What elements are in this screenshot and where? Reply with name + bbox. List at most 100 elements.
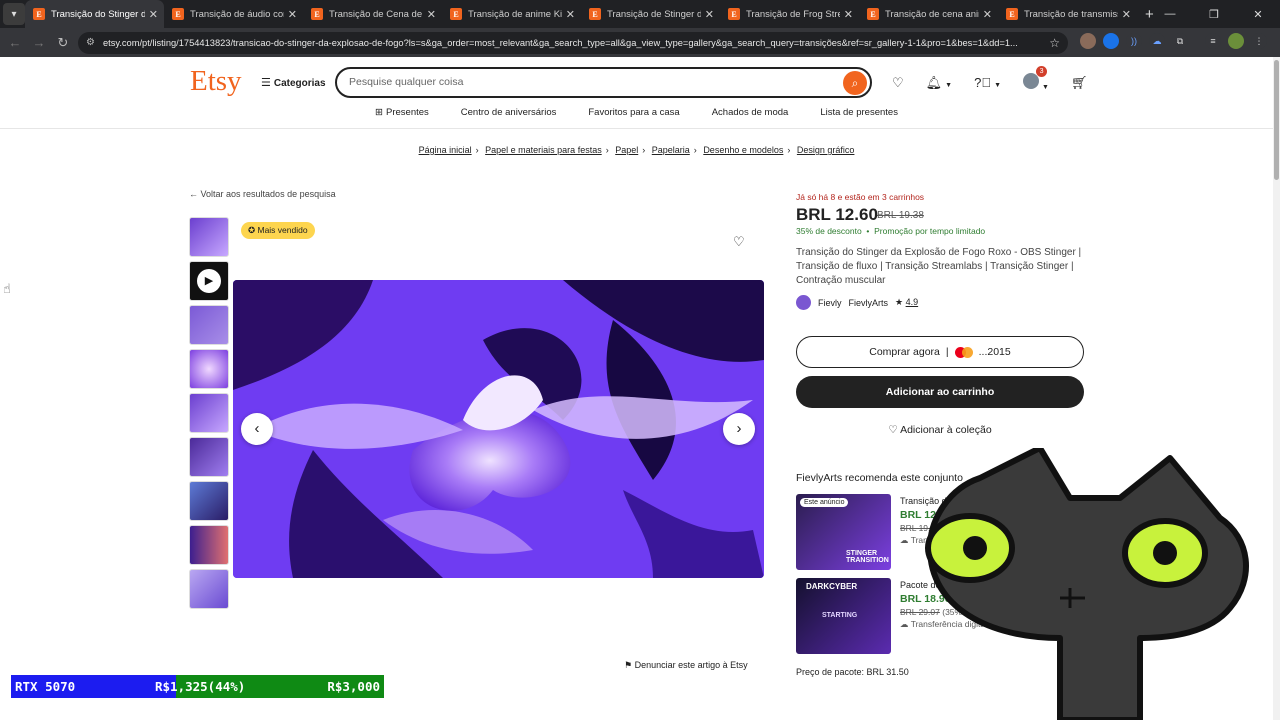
mastercard-icon [954,346,973,358]
favorites-heart-icon[interactable]: ♡ [892,75,904,91]
categories-label: Categorias [273,78,326,89]
add-to-collection-button[interactable]: ♡ Adicionar à coleção [796,424,1084,436]
bundle-price: Preço de pacote: BRL 31.50 [796,667,909,677]
categories-button[interactable]: ☰ Categorias [261,76,326,89]
browser-tab[interactable]: E Transição de Frog Stream ✕ [720,0,859,28]
chevron-right-icon: › [736,420,742,437]
url-field[interactable]: ⚙ etsy.com/pt/listing/1754413823/transic… [78,31,1068,54]
report-link[interactable]: ⚑ Denunciar este artigo à Etsy [624,660,748,671]
close-tab-icon[interactable]: ✕ [1122,8,1131,21]
breadcrumb-link[interactable]: Papel [615,145,638,155]
previous-image-button[interactable]: ‹ [241,413,273,445]
extension-icon[interactable] [1103,33,1119,49]
search-box: ⌕ [335,67,872,98]
cloud-download-icon: ☁ [900,535,911,545]
close-tab-icon[interactable]: ✕ [288,8,297,21]
forward-arrow-icon[interactable]: → [27,35,51,50]
breadcrumb-link[interactable]: Papelaria [652,145,690,155]
back-to-results-link[interactable]: ← Voltar aos resultados de pesquisa [189,189,336,199]
subnav-item-presentes[interactable]: ⊞ Presentes [375,107,429,118]
chevron-right-icon: › [787,145,791,155]
thumbnail[interactable] [189,349,229,389]
breadcrumb-link[interactable]: Página inicial [419,145,472,155]
puzzle-icon[interactable]: ⧉ [1172,33,1188,49]
close-tab-icon[interactable]: ✕ [844,8,853,21]
reading-list-icon[interactable]: ≡ [1205,33,1221,49]
subnav-item-lista[interactable]: Lista de presentes [820,107,898,118]
site-info-icon[interactable]: ⚙ [86,37,95,48]
bookmark-star-icon[interactable]: ☆ [1045,35,1060,50]
breadcrumb-link[interactable]: Papel e materiais para festas [485,145,602,155]
scrollbar-thumb[interactable] [1274,60,1279,180]
cloud-download-icon: ☁ [900,619,911,629]
next-image-button[interactable]: › [723,413,755,445]
thumbnail[interactable] [189,217,229,257]
report-label: Denunciar este artigo à Etsy [634,660,748,670]
subnav-item-moda[interactable]: Achados de moda [712,107,789,118]
subnav-item-aniversarios[interactable]: Centro de aniversários [461,107,557,118]
cloud-extension-icon[interactable]: ☁ [1149,33,1165,49]
thumbnail[interactable] [189,569,229,609]
etsy-logo[interactable]: Etsy [190,65,242,98]
buy-now-button[interactable]: Comprar agora | ...2015 [796,336,1084,368]
etsy-favicon-icon: E [311,8,323,20]
chevron-right-icon: › [642,145,646,155]
tab-search-button[interactable]: ▾ [3,3,25,25]
account-button[interactable]: 3 ▼ [1023,66,1049,92]
browser-tab[interactable]: E Transição do Stinger da Ex ✕ [25,0,164,28]
reload-icon[interactable]: ↻ [51,35,75,51]
browser-tab[interactable]: E Transição de áudio com g ✕ [164,0,303,28]
menu-icon[interactable]: ⋮ [1251,33,1267,49]
profile-icon[interactable] [1228,33,1244,49]
close-tab-icon[interactable]: ✕ [566,8,575,21]
thumbnail[interactable] [189,525,229,565]
subnav-item-casa[interactable]: Favoritos para a casa [588,107,679,118]
etsy-favicon-icon: E [867,8,879,20]
thumbnail[interactable] [189,393,229,433]
breadcrumb-link[interactable]: Design gráfico [797,145,855,155]
breadcrumb-link[interactable]: Desenho e modelos [703,145,783,155]
close-tab-icon[interactable]: ✕ [149,8,158,21]
extension-icon[interactable] [1080,33,1096,49]
add-to-cart-button[interactable]: Adicionar ao carrinho [796,376,1084,408]
rating-value[interactable]: 4.9 [906,297,919,307]
donation-goal-bar: RTX 5070 R$1,325(44%) R$3,000 [11,675,384,698]
notification-badge: 3 [1036,66,1048,77]
back-arrow-icon[interactable]: ← [3,35,27,50]
tab-title: Transição de Cena de Flu [329,8,423,20]
shop-name-link[interactable]: FievlyArts [849,298,889,308]
back-link-label: Voltar aos resultados de pesquisa [200,189,336,199]
search-input[interactable] [349,76,829,88]
close-window-button[interactable]: ✕ [1236,8,1280,21]
main-listing-image[interactable]: ‹ › [233,280,764,578]
maximize-button[interactable]: ❐ [1192,8,1236,21]
purple-explosion-image [233,280,764,578]
browser-tab[interactable]: E Transição de transmissão ✕ [998,0,1137,28]
subnav-label: Presentes [386,107,429,118]
browser-tab[interactable]: E Transição de Cena de Flu ✕ [303,0,442,28]
this-listing-tag: Este anúncio [800,498,849,507]
close-tab-icon[interactable]: ✕ [983,8,992,21]
goal-label-section: RTX 5070 [11,675,176,698]
cart-icon[interactable]: 🛒︎ [1071,75,1088,91]
extension-icon[interactable]: )) [1126,33,1142,49]
scrollbar[interactable] [1273,57,1280,720]
notifications-button[interactable]: 🔔︎ ▼ [926,75,952,91]
browser-tab[interactable]: E Transição de anime Kid M ✕ [442,0,581,28]
minimize-button[interactable]: — [1148,8,1192,20]
video-thumbnail[interactable]: ▶ [189,261,229,301]
help-button[interactable]: ?⃝ ▼ [974,75,1001,90]
search-button[interactable]: ⌕ [843,71,867,95]
goal-progress-section: R$1,325(44%) R$3,000 [155,675,384,698]
close-tab-icon[interactable]: ✕ [705,8,714,21]
chevron-down-icon: ▼ [945,81,953,89]
goal-target: R$3,000 [327,679,380,694]
thumbnail[interactable] [189,305,229,345]
thumbnail[interactable] [189,481,229,521]
browser-tab[interactable]: E Transição de cena animac ✕ [859,0,998,28]
thumbnail[interactable] [189,437,229,477]
thumbnail-strip: ▶ [189,217,229,613]
browser-tab[interactable]: E Transição de Stinger de B ✕ [581,0,720,28]
favorite-heart-icon[interactable]: ♡ [733,234,745,250]
close-tab-icon[interactable]: ✕ [427,8,436,21]
